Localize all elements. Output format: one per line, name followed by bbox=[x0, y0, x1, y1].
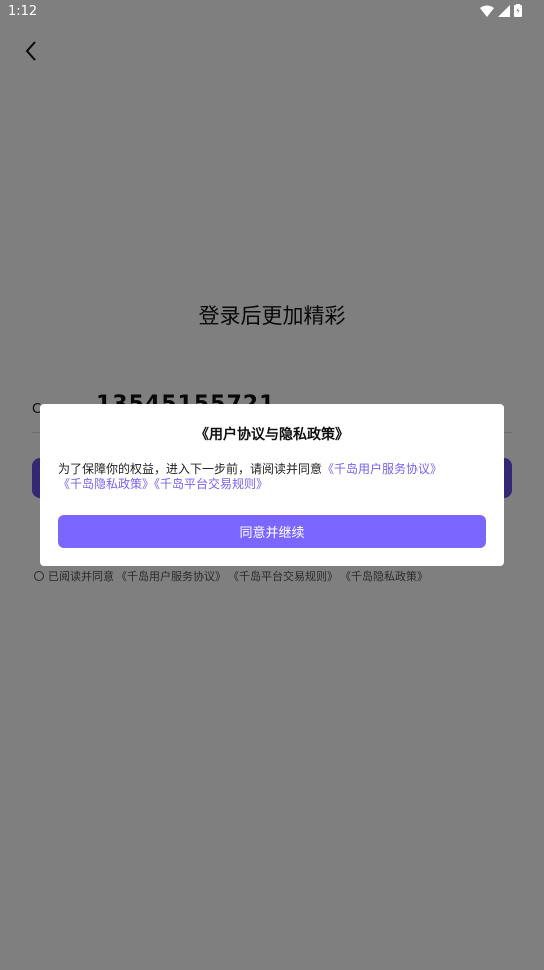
dialog-link-privacy[interactable]: 《千岛隐私政策》 bbox=[58, 477, 154, 491]
dialog-body-text: 为了保障你的权益，进入下一步前，请阅读并同意 bbox=[58, 462, 323, 476]
battery-icon bbox=[514, 4, 522, 17]
status-bar: 1:12 bbox=[0, 0, 544, 24]
dialog-link-trade[interactable]: 《千岛平台交易规则》 bbox=[154, 477, 268, 491]
signal-icon bbox=[498, 4, 510, 17]
agree-continue-button[interactable]: 同意并继续 bbox=[58, 515, 486, 548]
dialog-title: 《用户协议与隐私政策》 bbox=[195, 427, 349, 443]
status-icons bbox=[480, 4, 522, 17]
dialog-body: 为了保障你的权益，进入下一步前，请阅读并同意《千岛用户服务协议》《千岛隐私政策》… bbox=[58, 462, 486, 492]
status-time: 1:12 bbox=[8, 4, 38, 19]
dialog-link-service[interactable]: 《千岛用户服务协议》 bbox=[322, 462, 442, 476]
wifi-icon bbox=[480, 5, 494, 17]
agreement-dialog: 《用户协议与隐私政策》 为了保障你的权益，进入下一步前，请阅读并同意《千岛用户服… bbox=[40, 404, 504, 566]
